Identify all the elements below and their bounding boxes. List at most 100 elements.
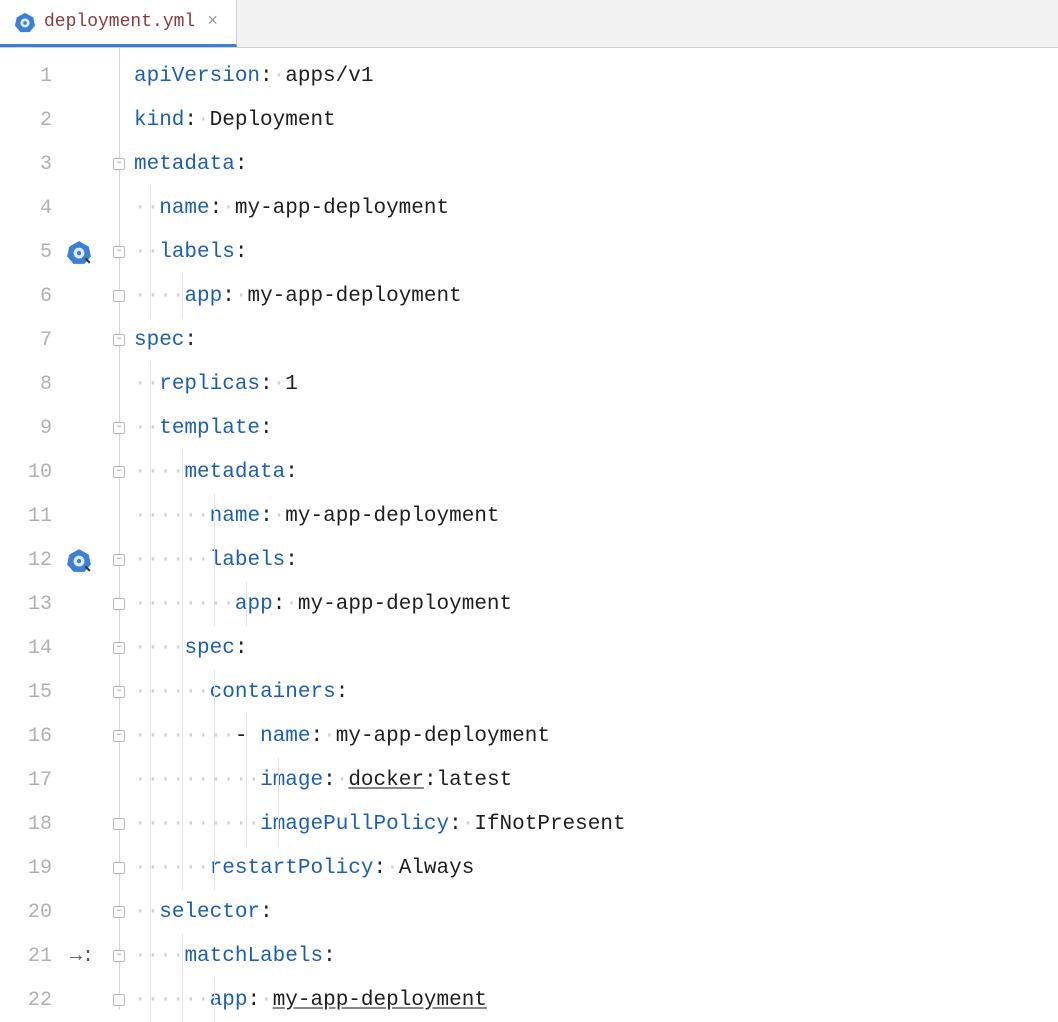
code-line[interactable]: ······containers: xyxy=(134,670,1058,714)
gutter-line[interactable]: 15 xyxy=(0,670,110,714)
code-line[interactable]: ··labels: xyxy=(134,230,1058,274)
gutter-line[interactable]: 9 xyxy=(0,406,110,450)
code-line[interactable]: spec: xyxy=(134,318,1058,362)
fold-end-icon[interactable] xyxy=(113,818,125,830)
fold-end-icon[interactable] xyxy=(113,290,125,302)
line-number: 11 xyxy=(16,505,52,528)
indent-guide xyxy=(182,978,183,1022)
line-number: 1 xyxy=(16,65,52,88)
close-icon[interactable]: × xyxy=(203,12,222,32)
fold-cell xyxy=(110,362,128,406)
fold-open-icon[interactable]: − xyxy=(113,950,125,962)
gutter-line[interactable]: 5 xyxy=(0,230,110,274)
code-line[interactable]: ····spec: xyxy=(134,626,1058,670)
indent-guide xyxy=(182,274,183,318)
fold-cell: − xyxy=(110,406,128,450)
code-line-content: spec: xyxy=(134,329,197,352)
fold-open-icon[interactable]: − xyxy=(113,554,125,566)
code-line-content: ········- name:·my-app-deployment xyxy=(134,725,550,748)
code-line-content: ··template: xyxy=(134,417,273,440)
code-line-content: ··········imagePullPolicy:·IfNotPresent xyxy=(134,813,626,836)
gutter-line[interactable]: 16 xyxy=(0,714,110,758)
line-number: 17 xyxy=(16,769,52,792)
code-line-content: metadata: xyxy=(134,153,247,176)
gutter-line[interactable]: 20 xyxy=(0,890,110,934)
code-line-content: ··selector: xyxy=(134,901,273,924)
indent-guide xyxy=(150,846,151,890)
code-line[interactable]: metadata: xyxy=(134,142,1058,186)
gutter-line[interactable]: 11 xyxy=(0,494,110,538)
gutter-line[interactable]: 12 xyxy=(0,538,110,582)
gutter-line[interactable]: 10 xyxy=(0,450,110,494)
code-line[interactable]: ····metadata: xyxy=(134,450,1058,494)
indent-guide xyxy=(246,714,247,758)
gutter-line[interactable]: 14 xyxy=(0,626,110,670)
code-line[interactable]: ··selector: xyxy=(134,890,1058,934)
fold-open-icon[interactable]: − xyxy=(113,906,125,918)
fold-end-icon[interactable] xyxy=(113,862,125,874)
gutter-line[interactable]: 8 xyxy=(0,362,110,406)
editor: 123456789101112131415161718192021→:22 −−… xyxy=(0,48,1058,1010)
line-number: 10 xyxy=(16,461,52,484)
code-line-content: ····spec: xyxy=(134,637,247,660)
line-number: 18 xyxy=(16,813,52,836)
code-line[interactable]: ··replicas:·1 xyxy=(134,362,1058,406)
code-line[interactable]: ······name:·my-app-deployment xyxy=(134,494,1058,538)
gutter-line[interactable]: 7 xyxy=(0,318,110,362)
gutter-line[interactable]: 19 xyxy=(0,846,110,890)
fold-end-icon[interactable] xyxy=(113,994,125,1006)
kubernetes-gutter-icon[interactable] xyxy=(66,547,92,573)
fold-cell: − xyxy=(110,230,128,274)
fold-cell: − xyxy=(110,890,128,934)
fold-end-icon[interactable] xyxy=(113,598,125,610)
indent-guide xyxy=(182,846,183,890)
code-line[interactable]: ··name:·my-app-deployment xyxy=(134,186,1058,230)
code-line[interactable]: ····matchLabels: xyxy=(134,934,1058,978)
gutter-line[interactable]: 1 xyxy=(0,54,110,98)
fold-open-icon[interactable]: − xyxy=(113,246,125,258)
gutter-line[interactable]: 3 xyxy=(0,142,110,186)
line-number: 15 xyxy=(16,681,52,704)
tab-active[interactable]: deployment.yml × xyxy=(0,0,237,47)
gutter-line[interactable]: 4 xyxy=(0,186,110,230)
fold-open-icon[interactable]: − xyxy=(113,466,125,478)
fold-cell xyxy=(110,978,128,1022)
kubernetes-gutter-icon[interactable] xyxy=(66,239,92,265)
fold-open-icon[interactable]: − xyxy=(113,158,125,170)
gutter-line[interactable]: 21→: xyxy=(0,934,110,978)
code-line[interactable]: ········- name:·my-app-deployment xyxy=(134,714,1058,758)
code-line[interactable]: apiVersion:·apps/v1 xyxy=(134,54,1058,98)
gutter-line[interactable]: 22 xyxy=(0,978,110,1022)
code-line-content: ······app:·my-app-deployment xyxy=(134,989,487,1012)
code-line[interactable]: ····app:·my-app-deployment xyxy=(134,274,1058,318)
fold-open-icon[interactable]: − xyxy=(113,334,125,346)
code-line[interactable]: ··········image:·docker:latest xyxy=(134,758,1058,802)
code-line[interactable]: ······restartPolicy:·Always xyxy=(134,846,1058,890)
gutter-line[interactable]: 13 xyxy=(0,582,110,626)
gutter-line[interactable]: 17 xyxy=(0,758,110,802)
code-line[interactable]: ········app:·my-app-deployment xyxy=(134,582,1058,626)
code-area[interactable]: apiVersion:·apps/v1kind:·Deployment metad… xyxy=(128,48,1058,1010)
indent-guide xyxy=(182,538,183,582)
code-line-content: ··labels: xyxy=(134,241,247,264)
code-line[interactable]: ······app:·my-app-deployment xyxy=(134,978,1058,1022)
code-line[interactable]: ······labels: xyxy=(134,538,1058,582)
gutter-line[interactable]: 18 xyxy=(0,802,110,846)
code-line-content: ··name:·my-app-deployment xyxy=(134,197,449,220)
gutter-line[interactable]: 2 xyxy=(0,98,110,142)
fold-open-icon[interactable]: − xyxy=(113,422,125,434)
fold-open-icon[interactable]: − xyxy=(113,642,125,654)
line-number: 20 xyxy=(16,901,52,924)
indent-guide xyxy=(214,978,215,1022)
arrow-marker-icon[interactable]: →: xyxy=(70,945,94,968)
indent-guide xyxy=(182,802,183,846)
code-line[interactable]: ··········imagePullPolicy:·IfNotPresent xyxy=(134,802,1058,846)
fold-open-icon[interactable]: − xyxy=(113,730,125,742)
code-line[interactable]: ··template: xyxy=(134,406,1058,450)
line-number: 19 xyxy=(16,857,52,880)
gutter-line[interactable]: 6 xyxy=(0,274,110,318)
fold-open-icon[interactable]: − xyxy=(113,686,125,698)
indent-guide xyxy=(150,758,151,802)
code-line-content: ····app:·my-app-deployment xyxy=(134,285,462,308)
code-line[interactable]: kind:·Deployment xyxy=(134,98,1058,142)
